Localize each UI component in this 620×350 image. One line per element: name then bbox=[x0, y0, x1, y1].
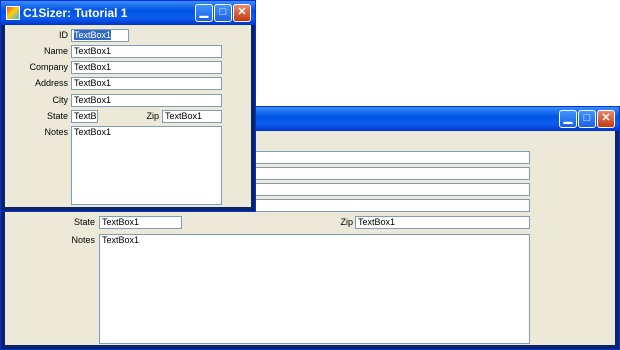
close-button[interactable]: ✕ bbox=[233, 4, 251, 22]
back-close-button[interactable]: ✕ bbox=[597, 110, 615, 128]
address-label: Address bbox=[34, 78, 68, 88]
zip-textbox[interactable]: TextBox1 bbox=[162, 110, 222, 123]
back-state-label: State bbox=[73, 217, 95, 227]
company-textbox[interactable]: TextBox1 bbox=[71, 61, 222, 74]
name-label: Name bbox=[43, 46, 68, 56]
app-icon[interactable] bbox=[6, 6, 20, 20]
notes-textarea[interactable]: TextBox1 bbox=[71, 126, 222, 205]
back-maximize-button[interactable]: □ bbox=[578, 110, 596, 128]
company-label: Company bbox=[29, 62, 68, 72]
back-notes-textarea[interactable]: TextBox1 bbox=[99, 234, 530, 344]
window-title: C1Sizer: Tutorial 1 bbox=[23, 6, 128, 20]
front-window: C1Sizer: Tutorial 1 ▁ □ ✕ ID TextBox1 Na… bbox=[0, 0, 256, 212]
state-label: State bbox=[46, 111, 68, 121]
name-textbox[interactable]: TextBox1 bbox=[71, 45, 222, 58]
front-window-client: ID TextBox1 Name TextBox1 Company TextBo… bbox=[5, 25, 251, 207]
city-textbox[interactable]: TextBox1 bbox=[71, 94, 222, 107]
minimize-button[interactable]: ▁ bbox=[195, 4, 213, 22]
back-state-textbox[interactable]: TextBox1 bbox=[99, 216, 182, 229]
front-window-titlebar[interactable]: C1Sizer: Tutorial 1 ▁ □ ✕ bbox=[1, 1, 255, 25]
back-notes-label: Notes bbox=[71, 235, 95, 245]
address-textbox[interactable]: TextBox1 bbox=[71, 77, 222, 90]
state-textbox[interactable]: TextB bbox=[71, 110, 98, 123]
id-textbox[interactable]: TextBox1 bbox=[71, 29, 129, 42]
id-textbox-text: TextBox1 bbox=[74, 30, 112, 40]
back-zip-textbox[interactable]: TextBox1 bbox=[355, 216, 530, 229]
back-zip-label: Zip bbox=[340, 217, 353, 227]
maximize-button[interactable]: □ bbox=[214, 4, 232, 22]
city-label: City bbox=[52, 95, 69, 105]
zip-label: Zip bbox=[146, 111, 159, 121]
notes-label: Notes bbox=[44, 127, 68, 137]
back-minimize-button[interactable]: ▁ bbox=[559, 110, 577, 128]
id-label: ID bbox=[59, 30, 68, 40]
